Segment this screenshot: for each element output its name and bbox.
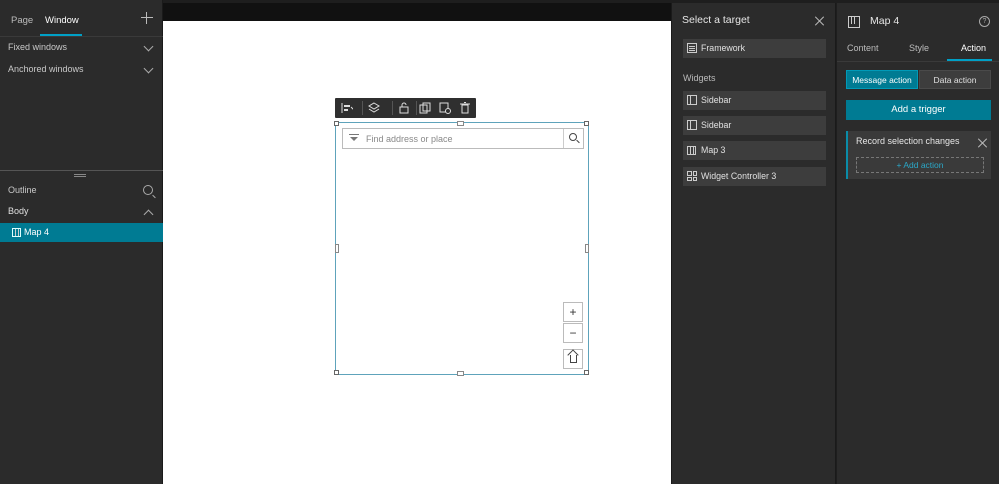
resize-handle[interactable] bbox=[334, 121, 339, 126]
target-label: Widget Controller 3 bbox=[701, 171, 777, 181]
outline-item-label: Map 4 bbox=[24, 227, 50, 237]
search-icon bbox=[569, 133, 577, 141]
target-widget-sidebar[interactable]: Sidebar bbox=[683, 116, 826, 135]
map-icon bbox=[687, 146, 696, 155]
target-label: Map 3 bbox=[701, 145, 726, 155]
add-trigger-button[interactable]: Add a trigger bbox=[846, 100, 991, 120]
data-action-toggle[interactable]: Data action bbox=[919, 70, 991, 89]
settings-title: Map 4 bbox=[870, 15, 900, 27]
chevron-up-icon bbox=[143, 209, 154, 220]
unlock-icon[interactable] bbox=[398, 102, 410, 114]
close-icon[interactable] bbox=[978, 138, 988, 148]
tab-window[interactable]: Window bbox=[45, 15, 79, 26]
sidebar-icon bbox=[687, 120, 697, 130]
chevron-down-icon bbox=[143, 63, 154, 74]
panel-title: Select a target bbox=[682, 14, 750, 26]
search-icon[interactable] bbox=[143, 185, 153, 195]
help-icon[interactable]: ? bbox=[979, 16, 990, 27]
toolbar-separator bbox=[362, 101, 363, 115]
target-widget-map-3[interactable]: Map 3 bbox=[683, 141, 826, 160]
outline-label: Outline bbox=[8, 185, 37, 195]
resize-handle[interactable] bbox=[457, 121, 464, 126]
target-label: Framework bbox=[701, 43, 745, 53]
resize-handle[interactable] bbox=[457, 371, 464, 376]
plus-icon[interactable] bbox=[141, 12, 153, 24]
duplicate-icon[interactable] bbox=[419, 102, 431, 114]
delete-icon[interactable] bbox=[459, 102, 471, 114]
message-action-toggle[interactable]: Message action bbox=[846, 70, 918, 89]
align-icon[interactable] bbox=[341, 102, 353, 114]
resize-handle[interactable] bbox=[585, 244, 589, 253]
widget-controller-icon bbox=[687, 171, 697, 181]
search-placeholder: Find address or place bbox=[366, 134, 453, 144]
tabs-divider bbox=[837, 61, 999, 62]
zoom-in-button[interactable]: + bbox=[563, 302, 583, 322]
tab-style[interactable]: Style bbox=[909, 43, 929, 53]
copy-style-icon[interactable] bbox=[439, 102, 451, 114]
section-label: Anchored windows bbox=[8, 64, 84, 74]
search-button[interactable] bbox=[563, 129, 583, 148]
tab-action[interactable]: Action bbox=[961, 43, 986, 53]
target-label: Sidebar bbox=[701, 120, 732, 130]
zoom-out-button[interactable]: − bbox=[563, 323, 583, 343]
close-icon[interactable] bbox=[815, 16, 825, 26]
resize-handle[interactable] bbox=[334, 370, 339, 375]
outline-body-row[interactable]: Body bbox=[0, 202, 163, 222]
layers-icon[interactable] bbox=[368, 102, 380, 114]
toolbar-separator bbox=[416, 101, 417, 115]
map-icon bbox=[12, 228, 21, 237]
map-widget[interactable]: Find address or place + − bbox=[335, 122, 589, 375]
chevron-down-icon bbox=[143, 41, 154, 52]
section-fixed-windows[interactable]: Fixed windows bbox=[0, 38, 163, 58]
outline-item-map-4[interactable]: Map 4 bbox=[0, 223, 163, 242]
select-target-panel: Select a target Framework Widgets Sideba… bbox=[671, 3, 836, 484]
body-label: Body bbox=[8, 206, 29, 216]
settings-panel: Map 4 ? Content Style Action Message act… bbox=[837, 3, 999, 484]
left-panel: Page Window Fixed windows Anchored windo… bbox=[0, 0, 163, 484]
target-widget-sidebar[interactable]: Sidebar bbox=[683, 91, 826, 110]
resize-grip-icon[interactable] bbox=[74, 174, 86, 177]
target-widget-controller-3[interactable]: Widget Controller 3 bbox=[683, 167, 826, 186]
outline-header: Outline bbox=[0, 181, 163, 201]
canvas-top-bar bbox=[163, 3, 671, 21]
target-framework[interactable]: Framework bbox=[683, 39, 826, 58]
home-button[interactable] bbox=[563, 349, 583, 369]
trigger-card: Record selection changes + Add action bbox=[846, 131, 991, 179]
active-tab-indicator bbox=[40, 34, 82, 36]
map-icon bbox=[848, 16, 860, 28]
resize-handle[interactable] bbox=[335, 244, 339, 253]
section-label: Fixed windows bbox=[8, 42, 68, 52]
toolbar-separator bbox=[392, 101, 393, 115]
section-anchored-windows[interactable]: Anchored windows bbox=[0, 60, 163, 80]
widget-toolbar bbox=[335, 98, 476, 118]
resize-handle[interactable] bbox=[584, 121, 589, 126]
panel-divider bbox=[0, 170, 163, 171]
sidebar-icon bbox=[687, 95, 697, 105]
widgets-label: Widgets bbox=[683, 73, 716, 83]
tab-content[interactable]: Content bbox=[847, 43, 879, 53]
framework-icon bbox=[687, 43, 697, 53]
page-window-tabs: Page Window bbox=[0, 3, 163, 37]
target-label: Sidebar bbox=[701, 95, 732, 105]
add-action-button[interactable]: + Add action bbox=[856, 157, 984, 173]
trigger-title: Record selection changes bbox=[856, 136, 960, 146]
resize-handle[interactable] bbox=[584, 370, 589, 375]
tab-page[interactable]: Page bbox=[11, 15, 33, 26]
search-source-dropdown-icon[interactable] bbox=[349, 134, 359, 141]
app-root: Page Window Fixed windows Anchored windo… bbox=[0, 0, 999, 484]
home-icon bbox=[570, 355, 577, 363]
search-input[interactable]: Find address or place bbox=[342, 128, 584, 149]
